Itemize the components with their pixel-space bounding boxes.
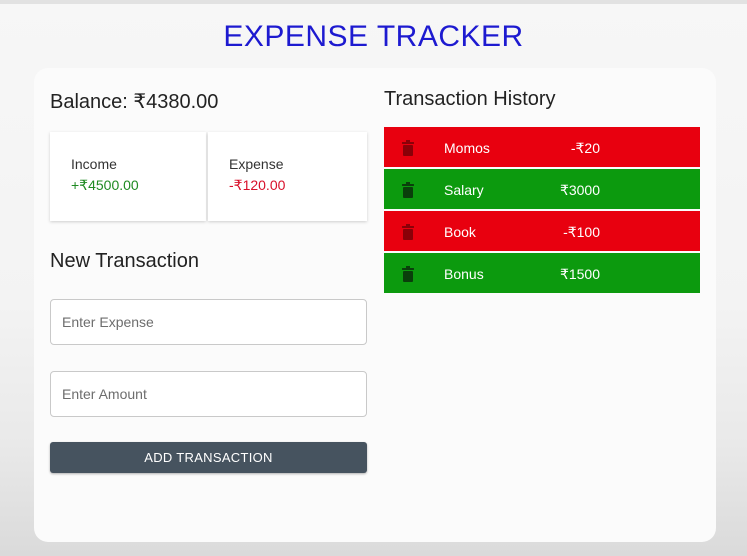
income-summary: Income +₹4500.00 xyxy=(50,132,206,221)
income-value: +₹4500.00 xyxy=(71,177,139,193)
transaction-row: Book -₹100 xyxy=(384,211,700,251)
expense-input[interactable] xyxy=(50,299,367,345)
transaction-name: Momos xyxy=(444,140,490,156)
expense-value: -₹120.00 xyxy=(229,177,286,193)
top-divider xyxy=(0,0,747,4)
transaction-name: Book xyxy=(444,224,476,240)
trash-icon[interactable] xyxy=(401,140,415,156)
transaction-row: Momos -₹20 xyxy=(384,127,700,167)
transaction-row: Bonus ₹1500 xyxy=(384,253,700,293)
income-label: Income xyxy=(71,156,117,172)
transaction-amount: -₹20 xyxy=(570,140,600,156)
balance-text: Balance: ₹4380.00 xyxy=(50,91,219,113)
transaction-name: Salary xyxy=(444,182,484,198)
trash-icon[interactable] xyxy=(401,224,415,240)
add-transaction-button[interactable]: ADD TRANSACTION xyxy=(50,442,367,473)
transaction-amount: -₹100 xyxy=(563,224,600,240)
transaction-amount: ₹3000 xyxy=(559,182,600,198)
transaction-amount: ₹1500 xyxy=(559,266,600,282)
transaction-row: Salary ₹3000 xyxy=(384,169,700,209)
trash-icon[interactable] xyxy=(401,266,415,282)
trash-icon[interactable] xyxy=(401,182,415,198)
app-title: EXPENSE TRACKER xyxy=(223,20,524,53)
transaction-list: Momos -₹20 Salary ₹3000 Book -₹100 Bonus… xyxy=(384,127,700,295)
transaction-history-heading: Transaction History xyxy=(384,88,556,110)
new-transaction-heading: New Transaction xyxy=(50,250,199,272)
transaction-name: Bonus xyxy=(444,266,484,282)
expense-summary: Expense -₹120.00 xyxy=(208,132,367,221)
amount-input[interactable] xyxy=(50,371,367,417)
expense-label: Expense xyxy=(229,156,284,172)
